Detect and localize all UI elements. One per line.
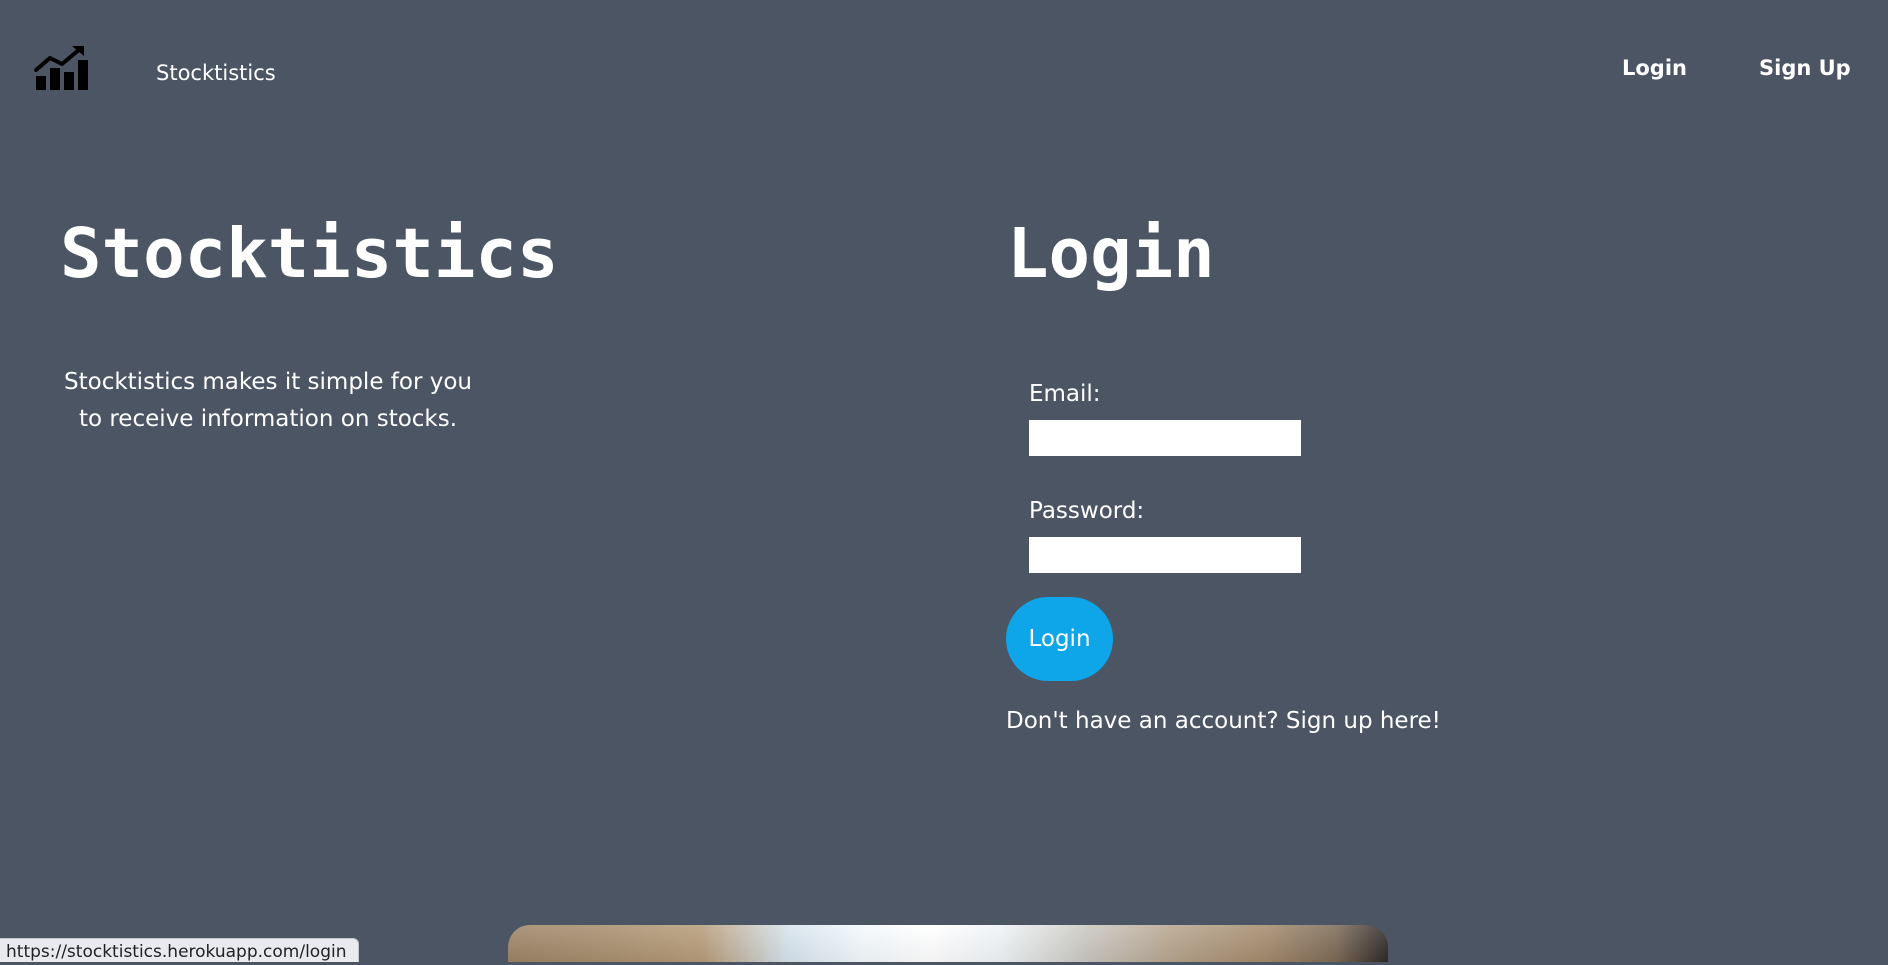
nav-login-link[interactable]: Login xyxy=(1622,54,1687,82)
hero-title: Stocktistics xyxy=(60,214,559,294)
nav-signup-link[interactable]: Sign Up xyxy=(1759,54,1851,82)
brand-link[interactable]: Stocktistics xyxy=(156,60,276,86)
password-input[interactable] xyxy=(1029,537,1301,573)
hero-image xyxy=(508,925,1388,962)
status-bar-url: https://stocktistics.herokuapp.com/login xyxy=(0,938,359,962)
chart-growth-icon[interactable] xyxy=(34,46,88,92)
signup-link[interactable]: Don't have an account? Sign up here! xyxy=(1006,705,1441,737)
login-button[interactable]: Login xyxy=(1006,597,1113,681)
email-input[interactable] xyxy=(1029,420,1301,456)
navbar: Stocktistics Login Sign Up xyxy=(0,0,1888,140)
hero-description: Stocktistics makes it simple for you to … xyxy=(64,369,472,432)
password-label: Password: xyxy=(1029,498,1145,524)
login-title: Login xyxy=(1007,214,1215,294)
email-label: Email: xyxy=(1029,381,1101,407)
